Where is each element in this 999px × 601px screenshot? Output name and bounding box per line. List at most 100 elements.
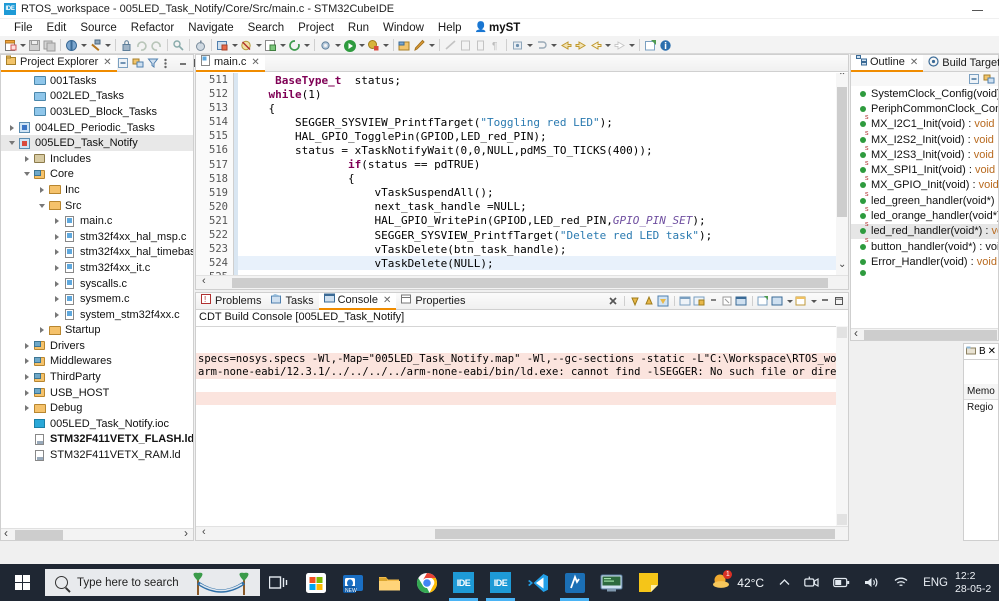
next-annotation-icon[interactable] (534, 37, 549, 53)
tab-problems[interactable]: ! Problems (196, 293, 266, 310)
tree-twisty-icon[interactable] (22, 74, 33, 88)
sort-icon[interactable] (983, 73, 996, 86)
vscroll-thumb[interactable] (837, 87, 847, 217)
menu-source[interactable]: Source (73, 22, 123, 34)
outline-item[interactable]: MX_I2S3_Init(void) : void (851, 145, 998, 162)
tree-twisty-icon[interactable] (37, 183, 48, 197)
console-vscrollbar[interactable] (836, 326, 848, 526)
outline-hscrollbar[interactable] (851, 326, 998, 340)
tree-item[interactable]: stm32f4xx_it.c (1, 260, 193, 276)
tree-item[interactable]: 003LED_Block_Tasks (1, 104, 193, 120)
scroll-down-arrow-icon[interactable] (629, 295, 642, 308)
tree-item[interactable]: USB_HOST (1, 385, 193, 401)
cons-hscroll-thumb[interactable] (435, 529, 835, 539)
code-area[interactable]: 511 BaseType_t status; 512 while(1) 513 {5… (196, 73, 836, 275)
menu-navigate[interactable]: Navigate (181, 22, 240, 34)
toggle-mark-icon[interactable] (510, 37, 525, 53)
google-chrome-button[interactable] (408, 564, 445, 601)
outline-item[interactable]: PeriphCommonClock_Conf (851, 101, 998, 116)
back-history-icon[interactable] (588, 37, 603, 53)
tree-item[interactable]: Startup (1, 323, 193, 339)
scroll-down-icon[interactable] (836, 259, 848, 275)
file-explorer-button[interactable] (371, 564, 408, 601)
tree-twisty-icon[interactable] (37, 199, 48, 213)
new-window-icon[interactable] (643, 37, 658, 53)
minimize-view-icon[interactable] (819, 295, 832, 308)
editor-hscrollbar[interactable]: ‹ (196, 275, 848, 289)
collapse-all-icon[interactable] (117, 57, 130, 70)
tree-twisty-icon[interactable] (52, 261, 63, 275)
open-perspective-icon[interactable] (397, 37, 412, 53)
menu-refactor[interactable]: Refactor (124, 22, 181, 34)
tree-item[interactable]: Middlewares (1, 354, 193, 370)
show-console-icon[interactable] (679, 295, 692, 308)
tree-item[interactable]: 005LED_Task_Notify.ioc (1, 416, 193, 432)
tree-twisty-icon[interactable] (52, 245, 63, 259)
project-explorer-hscrollbar[interactable] (1, 526, 193, 541)
view-menu-icon[interactable] (162, 57, 175, 70)
ed-hscroll-thumb[interactable] (232, 278, 828, 288)
tree-item[interactable]: Debug (1, 400, 193, 416)
tree-twisty-icon[interactable] (7, 121, 18, 135)
back-arrow-icon[interactable] (558, 37, 573, 53)
tree-item[interactable]: stm32f4xx_hal_msp.c (1, 229, 193, 245)
vs-code-button[interactable] (519, 564, 556, 601)
language-indicator[interactable]: ENG (916, 577, 955, 589)
battery-tray-button[interactable] (826, 577, 857, 588)
network-tray-button[interactable] (886, 576, 916, 589)
display-console-icon[interactable] (735, 295, 748, 308)
volume-tray-button[interactable] (857, 576, 886, 589)
close-icon[interactable]: ✕ (383, 295, 391, 306)
taskbar-clock[interactable]: 12:2 28-05-2 (955, 570, 997, 596)
tree-item[interactable]: Includes (1, 151, 193, 167)
stm32cubeide-window-1-button[interactable]: IDE (445, 564, 482, 601)
menu-window[interactable]: Window (376, 22, 431, 34)
tree-twisty-icon[interactable] (52, 308, 63, 322)
tree-twisty-icon[interactable] (52, 292, 63, 306)
scroll-up-arrow-icon[interactable] (643, 295, 656, 308)
run-external-dropdown-icon[interactable] (230, 37, 239, 53)
tree-item[interactable]: Inc (1, 182, 193, 198)
new-console-view-icon[interactable] (771, 295, 784, 308)
scroll-up-icon[interactable] (836, 73, 848, 85)
show-hidden-icons-button[interactable] (772, 578, 797, 587)
tree-twisty-icon[interactable] (22, 401, 33, 415)
stm32cubeide-window-2-button[interactable]: IDE (482, 564, 519, 601)
forward-history-icon[interactable] (612, 37, 627, 53)
build-hammer-icon[interactable] (88, 37, 103, 53)
tree-item[interactable]: Drivers (1, 338, 193, 354)
tree-item[interactable]: Src (1, 198, 193, 214)
outline-item[interactable]: button_handler(void*) : voi (851, 237, 998, 254)
hscroll-thumb[interactable] (15, 530, 63, 540)
maximize-view-icon[interactable] (833, 295, 846, 308)
taskbar-search[interactable]: Type here to search (45, 569, 260, 596)
editor-vscrollbar[interactable] (836, 73, 848, 275)
tree-twisty-icon[interactable] (22, 105, 33, 119)
toggle-mark-dropdown-icon[interactable] (525, 37, 534, 53)
tree-item[interactable]: 004LED_Periodic_Tasks (1, 120, 193, 136)
console-output[interactable]: specs=nosys.specs -Wl,-Map="005LED_Task_… (196, 326, 848, 526)
outline-item[interactable]: MX_SPI1_Init(void) : void (851, 160, 998, 177)
open-console-2-icon[interactable] (795, 295, 808, 308)
outline-item[interactable]: SystemClock_Config(void) (851, 86, 998, 101)
scroll-down-icon[interactable] (837, 514, 847, 525)
segger-systemview-button[interactable] (556, 564, 593, 601)
skip-breakpoints-icon[interactable] (239, 37, 254, 53)
tree-item[interactable]: ThirdParty (1, 369, 193, 385)
menu-file[interactable]: File (7, 22, 40, 34)
tree-twisty-icon[interactable] (22, 167, 33, 181)
new-file-dropdown-icon[interactable] (18, 37, 27, 53)
tree-item[interactable]: stm32f4xx_hal_timebase_tim. (1, 245, 193, 261)
scroll-left-icon[interactable] (1, 526, 13, 541)
minimize-view-icon[interactable] (177, 57, 190, 70)
tree-item[interactable]: Core (1, 167, 193, 183)
menu-help[interactable]: Help (431, 22, 469, 34)
tree-twisty-icon[interactable] (22, 432, 33, 446)
task-view-button[interactable] (260, 564, 297, 601)
sticky-notes-button[interactable] (630, 564, 667, 601)
scroll-right-icon[interactable] (181, 526, 193, 541)
ol-hscroll-thumb[interactable] (864, 330, 997, 340)
camera-tray-button[interactable] (797, 576, 826, 589)
minimize-button[interactable] (971, 5, 985, 16)
scroll-lock-icon[interactable] (657, 295, 670, 308)
